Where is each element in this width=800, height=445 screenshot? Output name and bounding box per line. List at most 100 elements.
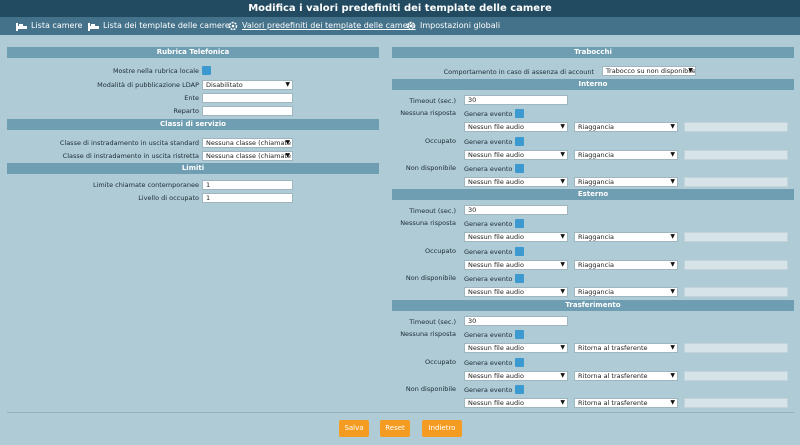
ldap-label: Modalità di pubblicazione LDAP [97, 81, 199, 89]
genera-evento-label: Genera evento [464, 248, 513, 256]
azione-value: Riaggancia [578, 233, 615, 241]
genera-evento-checkbox[interactable] [515, 330, 524, 339]
back-button[interactable]: Indietro [422, 420, 462, 437]
genera-evento-checkbox[interactable] [515, 164, 524, 173]
save-button[interactable]: Salva [339, 420, 369, 437]
timeout-input[interactable]: 30 [464, 205, 568, 215]
timeout-input[interactable]: 30 [464, 316, 568, 326]
footer-divider [7, 412, 794, 413]
azione-select[interactable]: Riaggancia ▼ [574, 287, 678, 297]
limite-chiamate-input[interactable]: 1 [202, 180, 293, 190]
classe-ristretta-select[interactable]: Nessuna classe (chiamate u ▼ [202, 151, 293, 161]
audio-select[interactable]: Nessun file audio ▼ [464, 343, 568, 353]
ldap-select[interactable]: Disabilitato ▼ [202, 80, 293, 90]
chevron-down-icon: ▼ [560, 344, 565, 351]
classe-standard-value: Nessuna classe (chiamate u [206, 139, 293, 147]
azione-value: Ritorna al trasferente [578, 344, 648, 352]
azione-select[interactable]: Ritorna al trasferente ▼ [574, 398, 678, 408]
chevron-down-icon: ▼ [560, 261, 565, 268]
genera-evento-checkbox[interactable] [515, 219, 524, 228]
classe-standard-select[interactable]: Nessuna classe (chiamate u ▼ [202, 138, 293, 148]
audio-value: Nessun file audio [468, 123, 524, 131]
timeout-input[interactable]: 30 [464, 95, 568, 105]
genera-evento-checkbox[interactable] [515, 385, 524, 394]
limite-chiamate-label: Limite chiamate contemporanee [92, 181, 199, 189]
genera-evento-checkbox[interactable] [515, 109, 524, 118]
genera-evento-checkbox[interactable] [515, 358, 524, 367]
audio-select[interactable]: Nessun file audio ▼ [464, 371, 568, 381]
audio-select[interactable]: Nessun file audio ▼ [464, 232, 568, 242]
row-label: Non disponibile [405, 385, 456, 393]
nav-lista-template[interactable]: Lista dei template delle camere [88, 17, 230, 35]
page-title: Modifica i valori predefiniti dei templa… [0, 0, 800, 17]
audio-value: Nessun file audio [468, 233, 524, 241]
row-label: Nessuna risposta [400, 330, 456, 338]
section-header-esterno: Esterno [392, 189, 794, 200]
section-header-interno: Interno [392, 79, 794, 90]
livello-occupato-label: Livello di occupato [138, 194, 199, 202]
gear-icon [406, 21, 416, 31]
chevron-down-icon: ▼ [670, 288, 675, 295]
azione-select[interactable]: Riaggancia ▼ [574, 232, 678, 242]
azione-value: Riaggancia [578, 288, 615, 296]
nav-impostazioni-globali[interactable]: Impostazioni globali [406, 17, 500, 35]
azione-select[interactable]: Riaggancia ▼ [574, 177, 678, 187]
azione-select[interactable]: Ritorna al trasferente ▼ [574, 371, 678, 381]
audio-select[interactable]: Nessun file audio ▼ [464, 398, 568, 408]
audio-value: Nessun file audio [468, 344, 524, 352]
chevron-down-icon: ▼ [670, 178, 675, 185]
azione-select[interactable]: Riaggancia ▼ [574, 122, 678, 132]
chevron-down-icon: ▼ [670, 372, 675, 379]
genera-evento-label: Genera evento [464, 138, 513, 146]
comportamento-select[interactable]: Trabocco su non disponibile ▼ [602, 66, 696, 76]
audio-select[interactable]: Nessun file audio ▼ [464, 177, 568, 187]
genera-evento-label: Genera evento [464, 331, 513, 339]
azione-extra-input [684, 260, 788, 270]
chevron-down-icon: ▼ [560, 399, 565, 406]
audio-value: Nessun file audio [468, 288, 524, 296]
row-label: Occupato [424, 137, 456, 145]
timeout-label: Timeout (sec.) [409, 318, 456, 326]
genera-evento-label: Genera evento [464, 220, 513, 228]
audio-select[interactable]: Nessun file audio ▼ [464, 150, 568, 160]
chevron-down-icon: ▼ [670, 123, 675, 130]
azione-extra-input [684, 398, 788, 408]
chevron-down-icon: ▼ [285, 139, 290, 146]
reparto-input[interactable] [202, 106, 293, 116]
azione-value: Ritorna al trasferente [578, 399, 648, 407]
genera-evento-label: Genera evento [464, 275, 513, 283]
comportamento-label: Comportamento in caso di assenza di acco… [443, 68, 594, 76]
azione-select[interactable]: Riaggancia ▼ [574, 260, 678, 270]
bed-icon [88, 22, 99, 31]
ente-input[interactable] [202, 93, 293, 103]
chevron-down-icon: ▼ [560, 233, 565, 240]
genera-evento-label: Genera evento [464, 359, 513, 367]
nav-lista-camere[interactable]: Lista camere [16, 17, 82, 35]
azione-extra-input [684, 122, 788, 132]
audio-select[interactable]: Nessun file audio ▼ [464, 287, 568, 297]
gear-icon [228, 21, 238, 31]
chevron-down-icon: ▼ [285, 81, 290, 88]
genera-evento-checkbox[interactable] [515, 247, 524, 256]
reset-button[interactable]: Reset [380, 420, 410, 437]
section-header-trasferimento: Trasferimento [392, 300, 794, 311]
audio-select[interactable]: Nessun file audio ▼ [464, 122, 568, 132]
reparto-label: Reparto [173, 107, 199, 115]
genera-evento-label: Genera evento [464, 165, 513, 173]
row-label: Non disponibile [405, 274, 456, 282]
azione-extra-input [684, 150, 788, 160]
mostra-checkbox[interactable] [202, 66, 211, 75]
row-label: Occupato [424, 358, 456, 366]
nav-valori-predefiniti[interactable]: Valori predefiniti dei template delle ca… [228, 17, 416, 35]
azione-select[interactable]: Ritorna al trasferente ▼ [574, 343, 678, 353]
chevron-down-icon: ▼ [670, 233, 675, 240]
section-header-classi: Classi di servizio [7, 119, 379, 130]
genera-evento-checkbox[interactable] [515, 137, 524, 146]
genera-evento-checkbox[interactable] [515, 274, 524, 283]
livello-occupato-input[interactable]: 1 [202, 193, 293, 203]
nav-label: Valori predefiniti dei template delle ca… [242, 21, 416, 30]
azione-value: Riaggancia [578, 261, 615, 269]
row-label: Nessuna risposta [400, 109, 456, 117]
audio-select[interactable]: Nessun file audio ▼ [464, 260, 568, 270]
azione-select[interactable]: Riaggancia ▼ [574, 150, 678, 160]
